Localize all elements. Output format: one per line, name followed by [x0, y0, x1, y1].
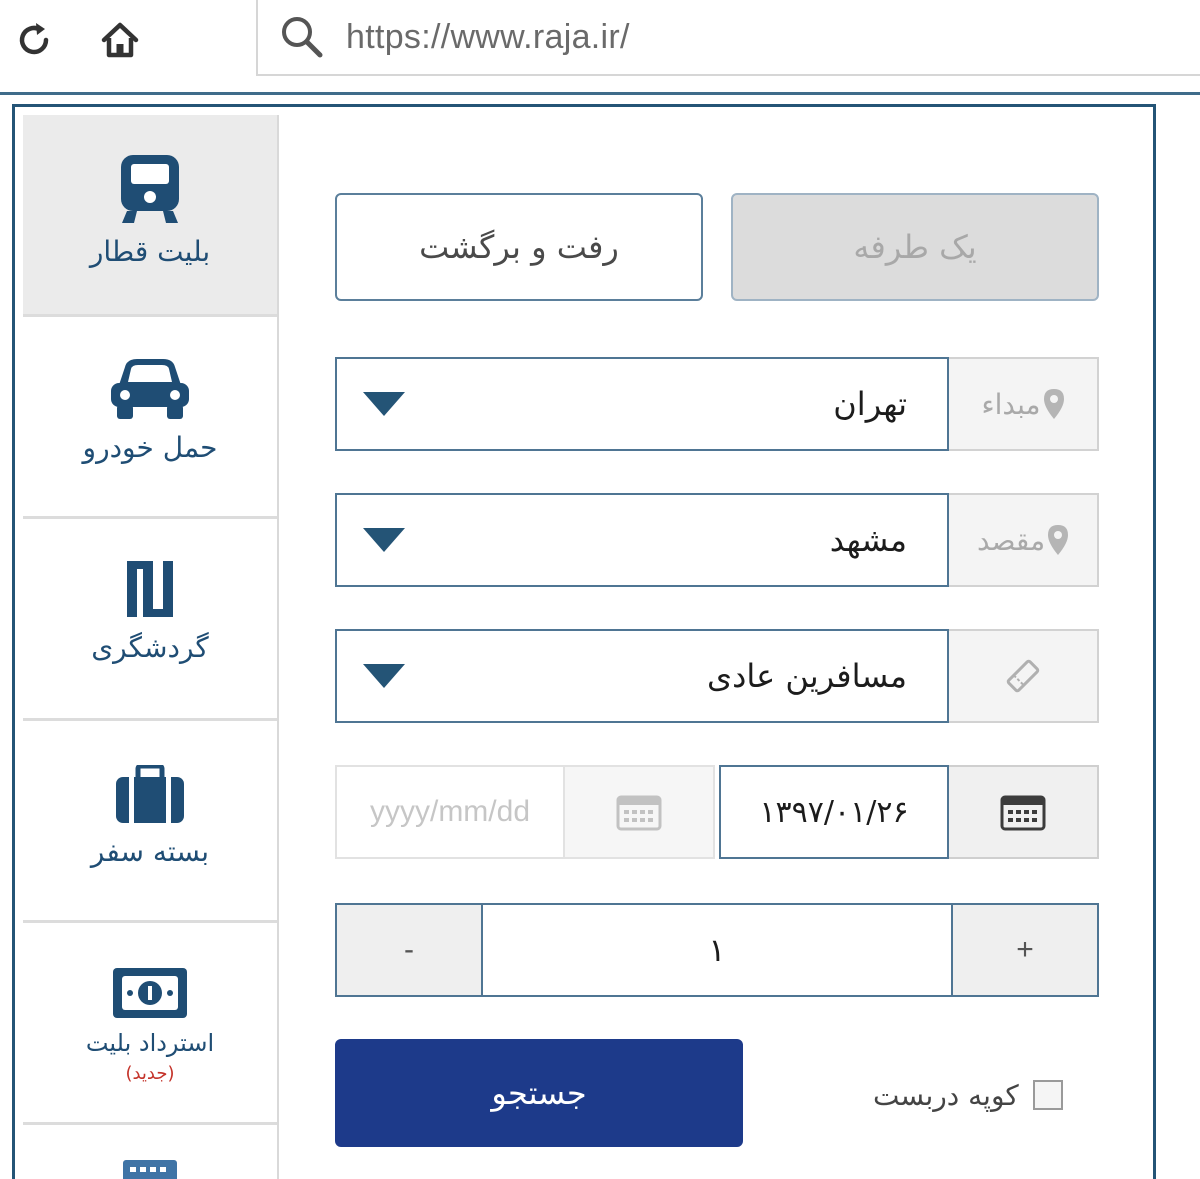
destination-select[interactable]: مشهد [335, 493, 949, 587]
destination-label-text: مقصد [976, 523, 1046, 557]
passenger-count-stepper: - ۱ + [335, 903, 1099, 997]
ticket-search-widget: بلیت قطار حمل خودرو گردشگری بسته سفر است… [12, 104, 1156, 1179]
date-row: yyyy/mm/dd ۱۳۹۷/۰۱/۲۶ [335, 765, 1099, 859]
private-coupe-label: کوپه دربست [873, 1078, 1019, 1112]
search-icon [282, 17, 323, 58]
home-icon [101, 22, 139, 58]
passenger-type-addon [949, 629, 1099, 723]
passenger-type-select[interactable]: مسافرین عادی [335, 629, 949, 723]
origin-select[interactable]: تهران [335, 357, 949, 451]
origin-row: تهران مبداء [335, 357, 1099, 451]
location-pin-icon [1043, 389, 1064, 419]
passenger-type-value: مسافرین عادی [707, 657, 907, 695]
return-date-input[interactable]: yyyy/mm/dd [335, 765, 565, 859]
decrement-button[interactable]: - [337, 905, 483, 995]
depart-date-calendar-button[interactable] [949, 765, 1099, 859]
chevron-down-icon [363, 528, 405, 552]
url-text[interactable]: https://www.raja.ir/ [346, 18, 630, 57]
browser-toolbar: https://www.raja.ir/ [0, 0, 1200, 92]
origin-label: مبداء [949, 357, 1099, 451]
destination-value: مشهد [829, 521, 907, 559]
reload-button[interactable] [8, 14, 60, 66]
address-bar[interactable]: https://www.raja.ir/ [256, 0, 1200, 76]
calendar-icon [616, 795, 662, 831]
search-form: رفت و برگشت یک طرفه تهران مبداء مشهد مقص… [15, 107, 1159, 1179]
passenger-count-value[interactable]: ۱ [483, 905, 951, 995]
toolbar-divider [0, 92, 1200, 95]
increment-button[interactable]: + [951, 905, 1097, 995]
private-coupe-checkbox[interactable] [1032, 1080, 1063, 1110]
return-date-calendar-button[interactable] [565, 765, 715, 859]
destination-label: مقصد [949, 493, 1099, 587]
destination-row: مشهد مقصد [335, 493, 1099, 587]
home-button[interactable] [94, 14, 146, 66]
one-way-button[interactable]: یک طرفه [731, 193, 1099, 301]
round-trip-button[interactable]: رفت و برگشت [335, 193, 703, 301]
reload-icon [19, 23, 49, 55]
origin-label-text: مبداء [981, 387, 1041, 421]
search-button[interactable]: جستجو [335, 1039, 743, 1147]
location-pin-icon [1048, 525, 1069, 555]
private-coupe-option: کوپه دربست [873, 1075, 1099, 1115]
chevron-down-icon [363, 392, 405, 416]
calendar-icon [1000, 795, 1046, 831]
ticket-icon [1006, 659, 1040, 693]
passenger-type-row: مسافرین عادی [335, 629, 1099, 723]
depart-date-input[interactable]: ۱۳۹۷/۰۱/۲۶ [719, 765, 949, 859]
chevron-down-icon [363, 664, 405, 688]
origin-value: تهران [833, 385, 907, 423]
